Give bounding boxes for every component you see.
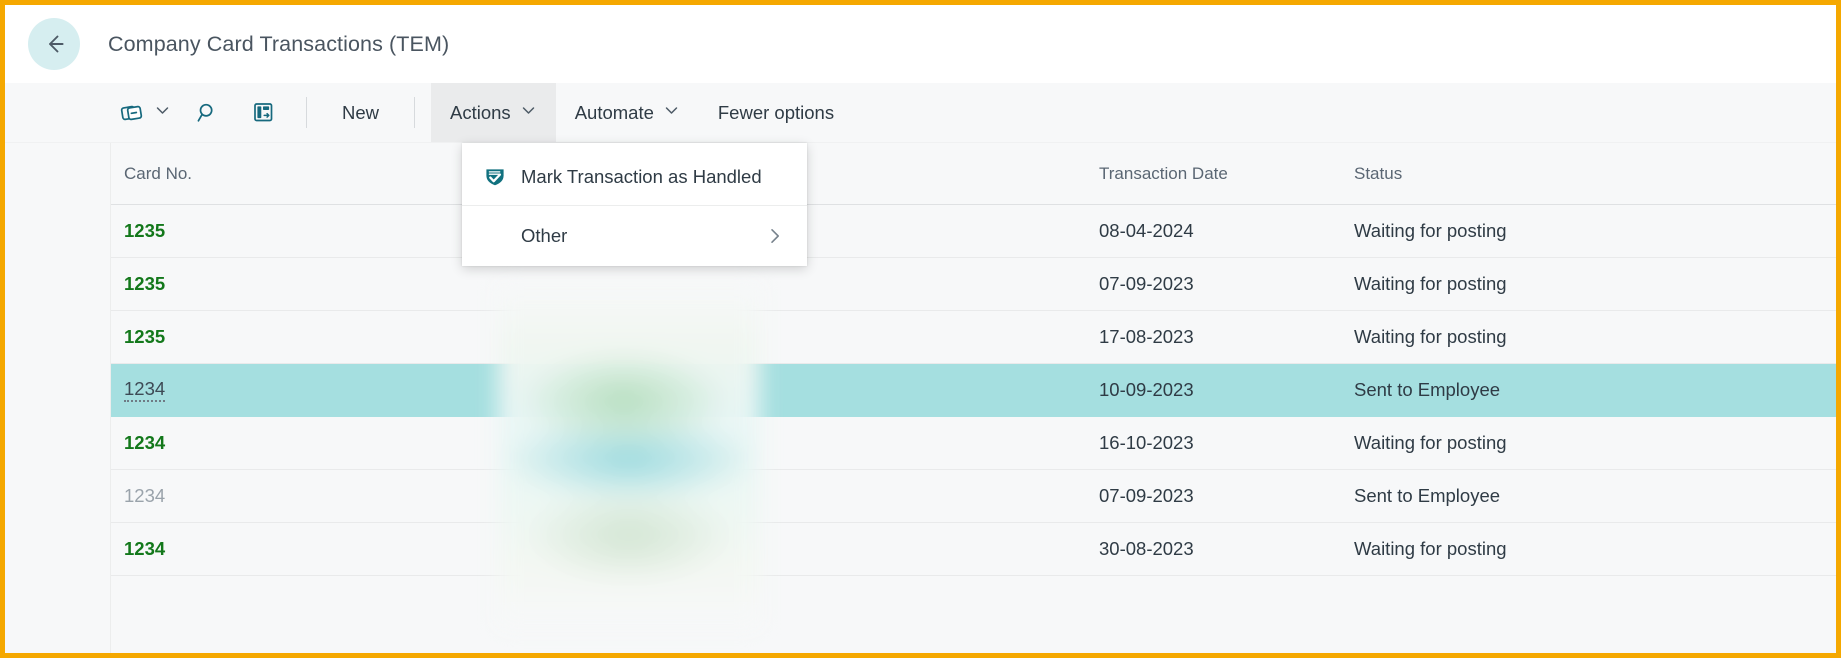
cell-card-no[interactable]: 1234 <box>124 485 469 507</box>
column-header-status[interactable]: Status <box>1354 164 1784 184</box>
cell-transaction-date[interactable]: 10-09-2023 <box>1099 379 1354 401</box>
arrow-left-icon <box>40 30 68 58</box>
column-header-transaction-date[interactable]: Transaction Date <box>1099 164 1354 184</box>
cell-transaction-date[interactable]: 07-09-2023 <box>1099 273 1354 295</box>
table-row[interactable]: 1235 07-09-2023 Waiting for posting <box>111 258 1836 311</box>
cell-transaction-date[interactable]: 16-10-2023 <box>1099 432 1354 454</box>
cell-card-no[interactable]: 1234 <box>124 378 469 402</box>
menu-item-mark-transaction-as-handled[interactable]: Mark Transaction as Handled <box>462 148 807 205</box>
open-in-excel-button[interactable] <box>237 83 290 142</box>
actions-button-label: Actions <box>450 101 511 123</box>
share-pages-button[interactable] <box>110 83 154 142</box>
cell-status[interactable]: Waiting for posting <box>1354 432 1784 454</box>
chevron-down-icon <box>520 102 537 124</box>
cell-card-no[interactable]: 1235 <box>124 220 469 242</box>
automate-button-label: Automate <box>574 101 654 123</box>
new-button-label: New <box>342 101 380 123</box>
column-header-card-no[interactable]: Card No. <box>124 164 469 184</box>
menu-item-label: Mark Transaction as Handled <box>521 165 762 187</box>
page-title: Company Card Transactions (TEM) <box>108 31 450 56</box>
table-row[interactable]: 1234 07-09-2023 Sent to Employee <box>111 470 1836 523</box>
transactions-grid: Card No. Transaction Date Status 1235 Fr… <box>5 143 1836 653</box>
automate-button[interactable]: Automate <box>556 83 699 142</box>
share-pages-icon <box>119 100 145 126</box>
chevron-right-icon <box>765 226 785 246</box>
actions-dropdown-menu: Mark Transaction as Handled Other <box>462 143 807 266</box>
cell-status[interactable]: Waiting for posting <box>1354 326 1784 348</box>
open-in-excel-icon <box>251 100 276 125</box>
search-button[interactable] <box>177 83 237 142</box>
cell-status[interactable]: Waiting for posting <box>1354 538 1784 560</box>
menu-item-label: Other <box>521 225 568 246</box>
app-window: Company Card Transactions (TEM) New Acti… <box>0 0 1841 658</box>
cell-status[interactable]: Waiting for posting <box>1354 220 1784 242</box>
cell-card-no[interactable]: 1234 <box>124 538 469 560</box>
table-row[interactable]: 1235 17-08-2023 Waiting for posting <box>111 311 1836 364</box>
cell-transaction-date[interactable]: 17-08-2023 <box>1099 326 1354 348</box>
fewer-options-label: Fewer options <box>717 101 835 123</box>
menu-item-other[interactable]: Other <box>462 206 807 266</box>
cell-transaction-date[interactable]: 30-08-2023 <box>1099 538 1354 560</box>
share-pages-dropdown[interactable] <box>154 83 177 142</box>
toolbar-divider-2 <box>414 97 416 128</box>
cell-status[interactable]: Sent to Employee <box>1354 379 1784 401</box>
new-button[interactable]: New <box>323 83 398 142</box>
fewer-options-button[interactable]: Fewer options <box>699 83 853 142</box>
table-row-selected[interactable]: 1234 10-09-2023 Sent to Employee <box>111 364 1836 417</box>
cell-card-no[interactable]: 1234 <box>124 432 469 454</box>
search-icon <box>194 100 220 126</box>
cell-status[interactable]: Waiting for posting <box>1354 273 1784 295</box>
chevron-down-icon <box>154 102 171 124</box>
table-header-row: Card No. Transaction Date Status <box>111 143 1836 205</box>
back-button[interactable] <box>28 18 80 70</box>
command-bar: New Actions Automate Fewer options <box>5 83 1836 143</box>
cell-transaction-date[interactable]: 08-04-2024 <box>1099 220 1354 242</box>
cell-status[interactable]: Sent to Employee <box>1354 485 1784 507</box>
chevron-down-icon <box>663 102 680 124</box>
check-badge-icon <box>482 164 508 190</box>
toolbar-divider-1 <box>306 97 307 128</box>
cell-transaction-date[interactable]: 07-09-2023 <box>1099 485 1354 507</box>
table-row[interactable]: 1235 Frank Olesen 08-04-2024 Waiting for… <box>111 205 1836 258</box>
actions-button[interactable]: Actions <box>431 83 556 142</box>
cell-card-no[interactable]: 1235 <box>124 326 469 348</box>
cell-card-no[interactable]: 1235 <box>124 273 469 295</box>
table-row[interactable]: 1234 30-08-2023 Waiting for posting <box>111 523 1836 576</box>
title-bar: Company Card Transactions (TEM) <box>5 5 1836 83</box>
table-row[interactable]: 1234 16-10-2023 Waiting for posting <box>111 417 1836 470</box>
